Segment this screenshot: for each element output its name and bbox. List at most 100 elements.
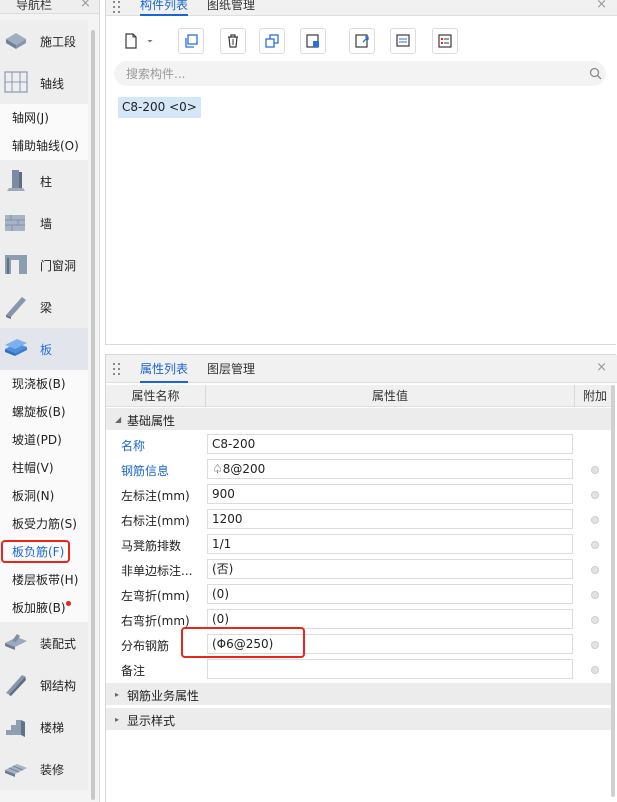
- paste-settings-button[interactable]: [390, 28, 416, 54]
- property-scrollbar[interactable]: [611, 385, 615, 797]
- nav-item-floor-slab-strip[interactable]: 楼层板带(H): [0, 566, 88, 594]
- property-panel-tabbar: 属性列表 图层管理 ×: [106, 355, 617, 383]
- addon-checkbox[interactable]: [591, 516, 599, 524]
- property-value-field[interactable]: 1/1: [207, 534, 573, 554]
- column-header-name: 属性名称: [131, 389, 180, 403]
- layer-copy-button[interactable]: [259, 28, 285, 54]
- nav-item-auxiliary-axis[interactable]: 辅助轴线(O): [0, 132, 88, 160]
- drag-handle-icon[interactable]: [112, 362, 122, 376]
- nav-category-stair[interactable]: 楼梯: [0, 706, 88, 748]
- addon-checkbox[interactable]: [591, 591, 599, 599]
- addon-checkbox[interactable]: [591, 616, 599, 624]
- nav-item-ramp[interactable]: 坡道(PD): [0, 426, 88, 454]
- nav-item-slab-negative-rebar[interactable]: 板负筋(F): [0, 538, 88, 566]
- nav-category-door-window[interactable]: 门窗洞: [0, 244, 88, 286]
- property-value-field[interactable]: 1200: [207, 509, 573, 529]
- property-value-field[interactable]: (0): [207, 609, 573, 629]
- group-basic-properties[interactable]: ◢ 基础属性: [106, 408, 615, 430]
- nav-item-slab-haunch[interactable]: 板加腋(B): [0, 594, 88, 622]
- delete-component-button[interactable]: [220, 28, 246, 54]
- nav-category-decoration[interactable]: 装修: [0, 748, 88, 790]
- list-edit-icon: [396, 34, 410, 47]
- property-name: 钢筋信息: [121, 464, 170, 478]
- trash-icon: [228, 34, 238, 48]
- component-list-item[interactable]: C8-200 <0>: [118, 97, 201, 118]
- nav-category-label: 墙: [40, 216, 53, 231]
- nav-category-wall[interactable]: 墙: [0, 202, 88, 244]
- properties-list-button[interactable]: [432, 28, 458, 54]
- group-label: 基础属性: [127, 414, 176, 428]
- nav-title: 导航栏: [16, 0, 53, 12]
- table-row: 钢筋信息 ♤8@200: [106, 457, 615, 482]
- expand-triangle-icon: ▸: [115, 715, 120, 724]
- slab-icon: [5, 339, 27, 356]
- group-display-style[interactable]: ▸ 显示样式: [106, 708, 615, 730]
- addon-checkbox[interactable]: [591, 666, 599, 674]
- property-value-field[interactable]: [207, 659, 573, 679]
- import-icon: [306, 34, 319, 48]
- addon-checkbox[interactable]: [591, 566, 599, 574]
- property-value-field[interactable]: (否): [207, 559, 573, 579]
- decoration-icon: [5, 764, 27, 777]
- nav-category-axis[interactable]: 轴线: [0, 62, 88, 104]
- component-panel-tabbar: 构件列表 图纸管理 ×: [106, 0, 617, 16]
- nav-item-cast-slab[interactable]: 现浇板(B): [0, 370, 88, 398]
- nav-category-label: 施工段: [40, 34, 77, 49]
- property-name: 右弯折(mm): [121, 614, 190, 628]
- group-label: 显示样式: [127, 714, 176, 728]
- new-component-button[interactable]: [118, 28, 144, 54]
- tab-component-list[interactable]: 构件列表: [140, 0, 189, 16]
- search-bar: [114, 61, 606, 86]
- property-value-field[interactable]: ♤8@200: [207, 459, 573, 479]
- nav-category-slab[interactable]: 板: [0, 328, 88, 370]
- nav-category-label: 装修: [40, 762, 65, 777]
- tab-property-list[interactable]: 属性列表: [140, 359, 189, 383]
- tab-drawing-management[interactable]: 图纸管理: [207, 0, 255, 16]
- nav-close-icon[interactable]: ×: [80, 0, 91, 11]
- group-rebar-business-properties[interactable]: ▸ 钢筋业务属性: [106, 683, 615, 705]
- close-icon[interactable]: ×: [596, 0, 607, 12]
- property-value-field[interactable]: 900: [207, 484, 573, 504]
- nav-item-spiral-slab[interactable]: 螺旋板(B): [0, 398, 88, 426]
- collapse-triangle-icon: ◢: [115, 415, 122, 424]
- addon-checkbox[interactable]: [591, 541, 599, 549]
- column-header-addon: 附加: [582, 389, 607, 403]
- nav-category-steel-structure[interactable]: 钢结构: [0, 664, 88, 706]
- nav-category-label: 装配式: [40, 636, 77, 651]
- nav-category-label: 钢结构: [40, 678, 77, 693]
- nav-item-column-cap[interactable]: 柱帽(V): [0, 454, 88, 482]
- property-list-panel: 属性列表 图层管理 × 属性名称 属性值 附加 ◢ 基础属性 名称 C8-200…: [105, 354, 617, 802]
- nav-item-axis-net[interactable]: 轴网(J): [0, 104, 88, 132]
- new-dropdown-button[interactable]: [144, 28, 156, 54]
- nav-item-label: 板加腋(B): [12, 601, 66, 615]
- property-value-field[interactable]: C8-200: [207, 434, 573, 454]
- import-button[interactable]: [300, 28, 326, 54]
- addon-checkbox[interactable]: [591, 491, 599, 499]
- layer-copy-icon: [265, 34, 279, 48]
- highlight-box: [1, 540, 70, 563]
- tab-layer-management[interactable]: 图层管理: [207, 359, 255, 383]
- navigation-panel: 导航栏 × 施工段 轴线 轴网(J) 辅助轴线(O) 柱 墙 门窗洞 梁 板 现…: [0, 0, 100, 802]
- nav-category-beam[interactable]: 梁: [0, 286, 88, 328]
- nav-category-column[interactable]: 柱: [0, 160, 88, 202]
- property-value-field[interactable]: (0): [207, 584, 573, 604]
- nav-category-construction-stage[interactable]: 施工段: [0, 20, 88, 62]
- component-list-panel: 构件列表 图纸管理 × 搜索构件... C8-200 <0>: [105, 0, 617, 345]
- search-icon[interactable]: [589, 67, 602, 80]
- property-name: 名称: [121, 439, 146, 453]
- search-input[interactable]: [126, 65, 576, 82]
- nav-item-slab-main-rebar[interactable]: 板受力筋(S): [0, 510, 88, 538]
- addon-checkbox[interactable]: [591, 466, 599, 474]
- property-name: 左弯折(mm): [121, 589, 190, 603]
- addon-checkbox[interactable]: [591, 641, 599, 649]
- table-row: 左弯折(mm) (0): [106, 582, 615, 607]
- copy-component-button[interactable]: [178, 28, 204, 54]
- drag-handle-icon[interactable]: [112, 0, 122, 14]
- export-button[interactable]: [349, 28, 375, 54]
- close-icon[interactable]: ×: [596, 360, 607, 375]
- nav-category-prefab[interactable]: 装配式: [0, 622, 88, 664]
- nav-scrollbar[interactable]: [91, 30, 95, 800]
- table-row: 非单边标注... (否): [106, 557, 615, 582]
- nav-item-slab-opening[interactable]: 板洞(N): [0, 482, 88, 510]
- property-name: 分布钢筋: [121, 639, 170, 653]
